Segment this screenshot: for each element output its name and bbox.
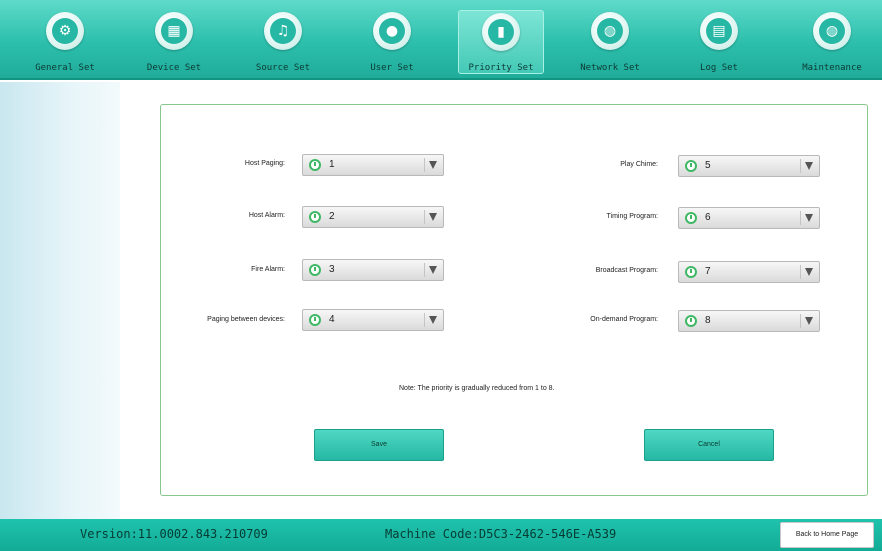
- tab-source-set[interactable]: ♫ Source Set: [240, 8, 326, 76]
- chevron-down-icon: [429, 266, 437, 274]
- globe-icon: ◍: [591, 12, 629, 50]
- chevron-down-icon: [805, 214, 813, 222]
- on-demand-program-label: On-demand Program:: [590, 316, 658, 323]
- chevron-down-icon: [805, 317, 813, 325]
- tab-label: Priority Set: [468, 63, 534, 73]
- chevron-down-icon: [805, 162, 813, 170]
- host-alarm-select[interactable]: 2: [302, 206, 444, 228]
- top-toolbar: ⚙ General Set ▦ Device Set ♫ Source Set …: [0, 0, 882, 80]
- grid-icon: ▦: [155, 12, 193, 50]
- cancel-button[interactable]: Cancel: [644, 429, 774, 461]
- host-paging-label: Host Paging:: [244, 160, 285, 167]
- clock-icon: [685, 315, 697, 327]
- clock-icon: [309, 159, 321, 171]
- select-value: 8: [705, 315, 711, 326]
- tab-label: Network Set: [580, 63, 640, 73]
- chevron-down-icon: [805, 268, 813, 276]
- play-chime-label: Play Chime:: [620, 161, 658, 168]
- broadcast-program-label: Broadcast Program:: [595, 267, 658, 274]
- host-alarm-label: Host Alarm:: [248, 212, 285, 219]
- paging-between-devices-select[interactable]: 4: [302, 309, 444, 331]
- clock-icon: [309, 264, 321, 276]
- clock-icon: [685, 266, 697, 278]
- tab-label: User Set: [370, 63, 414, 73]
- app-window: ⚙ General Set ▦ Device Set ♫ Source Set …: [0, 0, 882, 551]
- clock-icon: [309, 211, 321, 223]
- priority-note: Note: The priority is gradually reduced …: [399, 385, 555, 392]
- tab-label: Log Set: [700, 63, 738, 73]
- broadcast-program-select[interactable]: 7: [678, 261, 820, 283]
- tab-maintenance[interactable]: ◍ Maintenance: [789, 8, 875, 76]
- globe-icon: ◍: [813, 12, 851, 50]
- chevron-down-icon: [429, 161, 437, 169]
- tab-user-set[interactable]: ● User Set: [349, 8, 435, 76]
- select-value: 4: [329, 314, 335, 325]
- select-value: 1: [329, 159, 335, 170]
- clock-icon: [685, 160, 697, 172]
- chevron-down-icon: [429, 316, 437, 324]
- version-text: Version:11.0002.843.210709: [80, 527, 268, 541]
- bar-chart-icon: ▮: [482, 13, 520, 51]
- chevron-down-icon: [429, 213, 437, 221]
- tab-label: Device Set: [146, 63, 202, 73]
- host-paging-select[interactable]: 1: [302, 154, 444, 176]
- tab-label: Maintenance: [802, 63, 862, 73]
- clock-icon: [685, 212, 697, 224]
- timing-program-select[interactable]: 6: [678, 207, 820, 229]
- select-value: 5: [705, 160, 711, 171]
- music-note-icon: ♫: [264, 12, 302, 50]
- back-to-home-button[interactable]: Back to Home Page: [780, 522, 874, 548]
- fire-alarm-select[interactable]: 3: [302, 259, 444, 281]
- fire-alarm-label: Fire Alarm:: [251, 266, 285, 273]
- tab-device-set[interactable]: ▦ Device Set: [131, 8, 217, 76]
- user-icon: ●: [373, 12, 411, 50]
- gear-icon: ⚙: [46, 12, 84, 50]
- document-icon: ▤: [700, 12, 738, 50]
- tab-label: General Set: [35, 63, 95, 73]
- machine-code-text: Machine Code:D5C3-2462-546E-A539: [385, 527, 617, 541]
- paging-between-devices-label: Paging between devices:: [207, 316, 285, 323]
- select-value: 6: [705, 212, 711, 223]
- save-button[interactable]: Save: [314, 429, 444, 461]
- tab-network-set[interactable]: ◍ Network Set: [567, 8, 653, 76]
- select-value: 3: [329, 264, 335, 275]
- on-demand-program-select[interactable]: 8: [678, 310, 820, 332]
- select-value: 7: [705, 266, 711, 277]
- status-bar: Version:11.0002.843.210709 Machine Code:…: [0, 519, 882, 551]
- clock-icon: [309, 314, 321, 326]
- play-chime-select[interactable]: 5: [678, 155, 820, 177]
- select-value: 2: [329, 211, 335, 222]
- tab-general-set[interactable]: ⚙ General Set: [22, 8, 108, 76]
- timing-program-label: Timing Program:: [606, 213, 658, 220]
- tab-log-set[interactable]: ▤ Log Set: [676, 8, 762, 76]
- tab-label: Source Set: [255, 63, 311, 73]
- tab-priority-set[interactable]: ▮ Priority Set: [458, 10, 544, 74]
- left-panel: [0, 82, 120, 519]
